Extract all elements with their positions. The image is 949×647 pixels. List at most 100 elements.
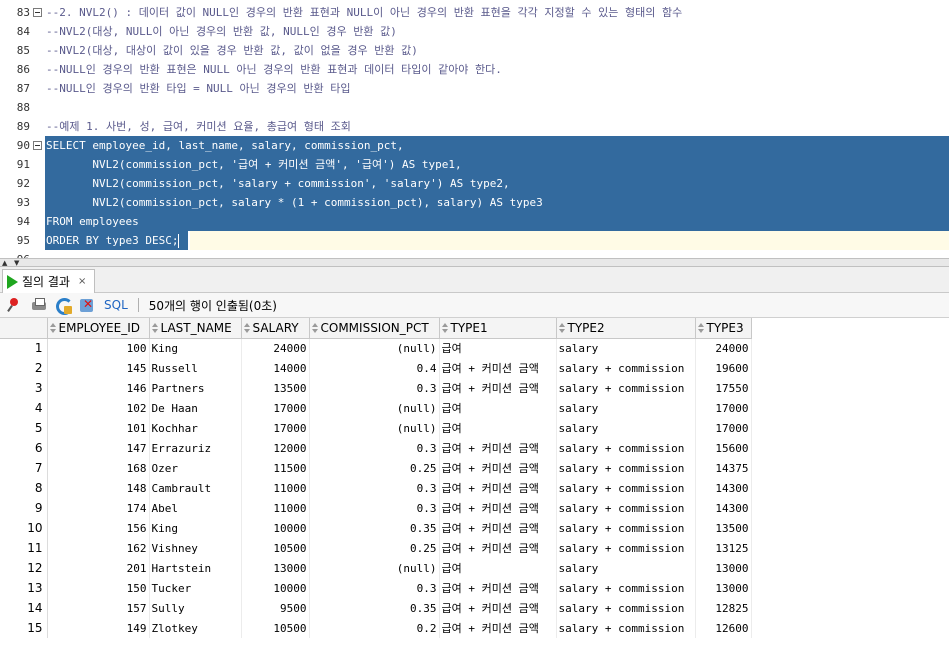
cell-employee-id[interactable]: 145 (47, 358, 150, 378)
cell-commission-pct[interactable]: (null) (309, 558, 440, 578)
collapse-up-icon[interactable]: ▲ (2, 260, 7, 267)
table-row[interactable]: 6 147 Errazuriz 12000 0.3 급여 + 커미션 금액 salary +… (0, 438, 752, 458)
cell-salary[interactable]: 11500 (241, 458, 310, 478)
cell-type2[interactable]: salary (556, 558, 696, 578)
code-line[interactable]: 89 --예제 1. 사번, 성, 급여, 커미션 요율, 총급여 형태 조회 (0, 117, 949, 136)
cell-type3[interactable]: 13500 (695, 518, 752, 538)
cell-commission-pct[interactable]: 0.2 (309, 618, 440, 638)
cell-type1[interactable]: 급여 + 커미션 금액 (439, 618, 557, 638)
cell-employee-id[interactable]: 102 (47, 398, 150, 418)
code-line[interactable]: 95 ORDER BY type3 DESC; (0, 231, 949, 250)
cell-type1[interactable]: 급여 + 커미션 금액 (439, 578, 557, 598)
cell-last-name[interactable]: Ozer (149, 458, 242, 478)
code-line[interactable]: 96 (0, 250, 949, 258)
cell-employee-id[interactable]: 146 (47, 378, 150, 398)
cell-type3[interactable]: 12600 (695, 618, 752, 638)
cell-commission-pct[interactable]: (null) (309, 338, 440, 358)
cell-type1[interactable]: 급여 + 커미션 금액 (439, 498, 557, 518)
sort-icon[interactable] (558, 322, 565, 334)
cell-type2[interactable]: salary (556, 418, 696, 438)
cell-employee-id[interactable]: 147 (47, 438, 150, 458)
cell-salary[interactable]: 10500 (241, 538, 310, 558)
code-line[interactable]: 84 --NVL2(대상, NULL이 아닌 경우의 반환 값, NULL인 경우… (0, 22, 949, 41)
cell-type3[interactable]: 17550 (695, 378, 752, 398)
cell-employee-id[interactable]: 162 (47, 538, 150, 558)
cell-last-name[interactable]: Zlotkey (149, 618, 242, 638)
cell-type2[interactable]: salary + commission (556, 358, 696, 378)
cell-type1[interactable]: 급여 + 커미션 금액 (439, 438, 557, 458)
code-line[interactable]: 92 NVL2(commission_pct, 'salary + commis… (0, 174, 949, 193)
cell-type1[interactable]: 급여 + 커미션 금액 (439, 518, 557, 538)
cell-commission-pct[interactable]: 0.35 (309, 598, 440, 618)
cell-commission-pct[interactable]: (null) (309, 398, 440, 418)
cell-type2[interactable]: salary + commission (556, 518, 696, 538)
cell-last-name[interactable]: Partners (149, 378, 242, 398)
table-row[interactable]: 5 101 Kochhar 17000 (null) 급여 salary 17000 (0, 418, 752, 438)
cell-last-name[interactable]: Sully (149, 598, 242, 618)
column-header-type2[interactable]: TYPE2 (556, 318, 696, 339)
table-row[interactable]: 2 145 Russell 14000 0.4 급여 + 커미션 금액 salary + c… (0, 358, 752, 378)
table-row[interactable]: 10 156 King 10000 0.35 급여 + 커미션 금액 salary + co… (0, 518, 752, 538)
cell-commission-pct[interactable]: (null) (309, 418, 440, 438)
close-tab-icon[interactable]: × (78, 276, 86, 287)
cell-salary[interactable]: 24000 (241, 338, 310, 358)
cell-last-name[interactable]: Hartstein (149, 558, 242, 578)
code-line[interactable]: 88 (0, 98, 949, 117)
cell-type2[interactable]: salary + commission (556, 478, 696, 498)
fold-toggle-icon[interactable] (33, 8, 42, 17)
cell-type2[interactable]: salary + commission (556, 498, 696, 518)
cell-type1[interactable]: 급여 (439, 558, 557, 578)
tab-query-result[interactable]: 질의 결과 × (2, 269, 96, 293)
clear-sql-icon[interactable] (78, 296, 96, 314)
sql-editor[interactable]: 83 --2. NVL2() : 데이터 값이 NULL인 경우의 반환 표현과 … (0, 0, 949, 258)
cell-employee-id[interactable]: 149 (47, 618, 150, 638)
cell-commission-pct[interactable]: 0.25 (309, 458, 440, 478)
cell-type1[interactable]: 급여 + 커미션 금액 (439, 598, 557, 618)
cell-type1[interactable]: 급여 + 커미션 금액 (439, 358, 557, 378)
cell-salary[interactable]: 13000 (241, 558, 310, 578)
code-line[interactable]: 91 NVL2(commission_pct, '급여 + 커미션 금액', '… (0, 155, 949, 174)
cell-last-name[interactable]: Vishney (149, 538, 242, 558)
cell-type1[interactable]: 급여 (439, 418, 557, 438)
cell-commission-pct[interactable]: 0.25 (309, 538, 440, 558)
table-row[interactable]: 13 150 Tucker 10000 0.3 급여 + 커미션 금액 salary + c… (0, 578, 752, 598)
sort-icon[interactable] (151, 322, 158, 334)
print-icon[interactable] (30, 296, 48, 314)
cell-type3[interactable]: 12825 (695, 598, 752, 618)
cell-type1[interactable]: 급여 + 커미션 금액 (439, 458, 557, 478)
table-row[interactable]: 15 149 Zlotkey 10500 0.2 급여 + 커미션 금액 salary + … (0, 618, 752, 638)
sort-icon[interactable] (697, 322, 704, 334)
column-header-type3[interactable]: TYPE3 (695, 318, 752, 339)
cell-salary[interactable]: 10000 (241, 518, 310, 538)
sql-link[interactable]: SQL (104, 298, 128, 312)
cell-last-name[interactable]: Abel (149, 498, 242, 518)
cell-commission-pct[interactable]: 0.3 (309, 378, 440, 398)
cell-commission-pct[interactable]: 0.3 (309, 438, 440, 458)
cell-type2[interactable]: salary (556, 338, 696, 358)
cell-type3[interactable]: 24000 (695, 338, 752, 358)
cell-type1[interactable]: 급여 + 커미션 금액 (439, 538, 557, 558)
cell-salary[interactable]: 9500 (241, 598, 310, 618)
panel-splitter[interactable]: ▲ ▼ (0, 258, 949, 267)
cell-employee-id[interactable]: 150 (47, 578, 150, 598)
table-row[interactable]: 11 162 Vishney 10500 0.25 급여 + 커미션 금액 salary +… (0, 538, 752, 558)
code-line[interactable]: 85 --NVL2(대상, 대상이 값이 있을 경우 반환 값, 값이 없을 경우… (0, 41, 949, 60)
cell-last-name[interactable]: King (149, 338, 242, 358)
cell-salary[interactable]: 14000 (241, 358, 310, 378)
cell-type3[interactable]: 15600 (695, 438, 752, 458)
cell-type2[interactable]: salary + commission (556, 578, 696, 598)
collapse-down-icon[interactable]: ▼ (14, 260, 19, 267)
pin-icon[interactable] (6, 296, 24, 314)
cell-commission-pct[interactable]: 0.3 (309, 578, 440, 598)
code-line[interactable]: 93 NVL2(commission_pct, salary * (1 + co… (0, 193, 949, 212)
cell-employee-id[interactable]: 101 (47, 418, 150, 438)
table-row[interactable]: 7 168 Ozer 11500 0.25 급여 + 커미션 금액 salary + com… (0, 458, 752, 478)
cell-type3[interactable]: 14300 (695, 478, 752, 498)
cell-salary[interactable]: 12000 (241, 438, 310, 458)
code-line[interactable]: 86 --NULL인 경우의 반환 표현은 NULL 아닌 경우의 반환 표현과 … (0, 60, 949, 79)
code-line[interactable]: 94 FROM employees (0, 212, 949, 231)
cell-type2[interactable]: salary + commission (556, 438, 696, 458)
cell-commission-pct[interactable]: 0.35 (309, 518, 440, 538)
column-header-type1[interactable]: TYPE1 (439, 318, 557, 339)
code-line[interactable]: 83 --2. NVL2() : 데이터 값이 NULL인 경우의 반환 표현과 … (0, 3, 949, 22)
